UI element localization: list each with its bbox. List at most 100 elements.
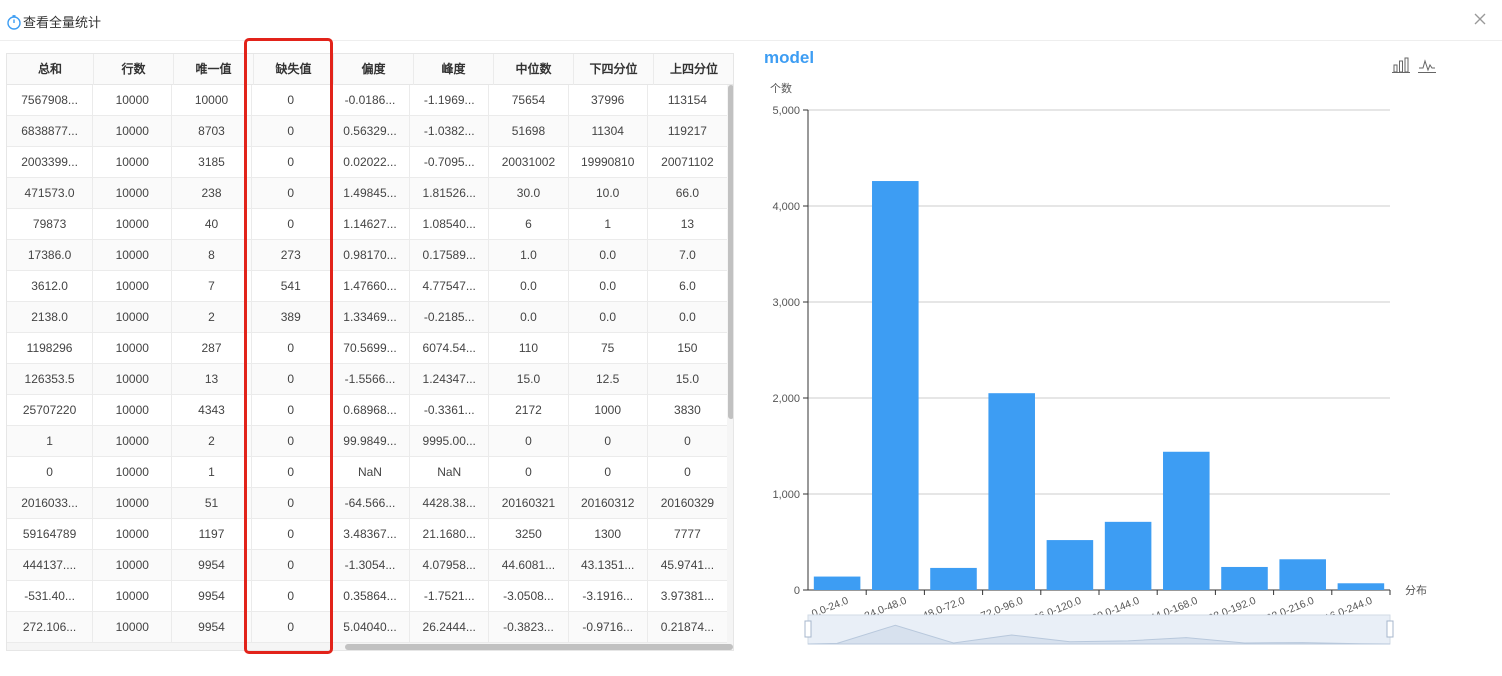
table-row[interactable]: 126353.5 10000 13 0 -1.5566... 1.24347... 15.0… bbox=[7, 364, 727, 395]
table-cell: 59164789 bbox=[7, 519, 94, 549]
table-cell: 10000 bbox=[93, 85, 173, 115]
table-cell: 0 bbox=[684, 465, 691, 479]
table-row[interactable]: -531.40... 10000 9954 0 0.35864... -1.7521...… bbox=[7, 581, 727, 612]
table-cell: 10000 bbox=[93, 426, 173, 456]
column-header[interactable]: 唯一值 bbox=[174, 54, 254, 85]
table-row[interactable]: 272.106... 10000 9954 0 5.04040... 26.2444...… bbox=[7, 612, 727, 643]
table-cell: 1 bbox=[172, 457, 252, 487]
y-tick-label: 1,000 bbox=[772, 489, 800, 501]
table-body: 7567908... 10000 10000 0 -0.0186... -1.1969..… bbox=[7, 85, 727, 643]
table-cell: 1.14627... bbox=[331, 209, 411, 239]
table-cell: 6838877... bbox=[7, 116, 94, 146]
table-cell: 9995.00... bbox=[410, 426, 490, 456]
table-cell: 0 bbox=[684, 434, 691, 448]
table-cell: -0.0186... bbox=[331, 85, 411, 115]
table-cell: 1 bbox=[569, 209, 648, 239]
table-cell: 9954 bbox=[172, 550, 252, 580]
table-cell: 9954 bbox=[172, 581, 252, 611]
data-zoom-handle-left[interactable] bbox=[804, 620, 812, 638]
table-cell: 0 bbox=[569, 457, 648, 487]
vertical-scrollbar[interactable] bbox=[727, 85, 733, 643]
table-cell: 4428.38... bbox=[410, 488, 490, 518]
table-row[interactable]: 3612.0 10000 7 541 1.47660... 4.77547... 0.0 0.… bbox=[7, 271, 727, 302]
table-row[interactable]: 471573.0 10000 238 0 1.49845... 1.81526... 30.… bbox=[7, 178, 727, 209]
column-header[interactable]: 总和 bbox=[7, 54, 94, 85]
table-cell: -0.3823... bbox=[489, 612, 569, 642]
table-cell: -0.2185... bbox=[410, 302, 490, 332]
table-cell: 0 bbox=[252, 395, 331, 425]
table-cell: 10000 bbox=[93, 395, 173, 425]
table-cell: 0.0 bbox=[679, 310, 696, 324]
table-cell: 30.0 bbox=[489, 178, 569, 208]
dialog-title-area: 查看全量统计 bbox=[6, 12, 101, 31]
horizontal-scrollbar[interactable] bbox=[7, 643, 733, 650]
table-cell: 0 bbox=[252, 612, 331, 642]
table-row[interactable]: 2016033... 10000 51 0 -64.566... 4428.38... 20… bbox=[7, 488, 727, 519]
table-row[interactable]: 0 10000 1 0 NaN NaN 0 0 0 bbox=[7, 457, 727, 488]
table-cell: 110 bbox=[489, 333, 569, 363]
table-cell: 0 bbox=[252, 550, 331, 580]
table-cell: 389 bbox=[252, 302, 331, 332]
table-cell: 10000 bbox=[93, 550, 173, 580]
y-tick-label: 2,000 bbox=[772, 393, 800, 405]
dialog-header: 查看全量统计 bbox=[0, 0, 1502, 41]
table-cell: 113154 bbox=[667, 93, 707, 107]
table-cell: 2016033... bbox=[7, 488, 94, 518]
table-row[interactable]: 6838877... 10000 8703 0 0.56329... -1.0382...… bbox=[7, 116, 727, 147]
table-cell: 10000 bbox=[93, 612, 173, 642]
table-row[interactable]: 2138.0 10000 2 389 1.33469... -0.2185... 0.0 0.… bbox=[7, 302, 727, 333]
table-cell: 51698 bbox=[489, 116, 569, 146]
data-zoom-handle-right[interactable] bbox=[1386, 620, 1394, 638]
table-row[interactable]: 1198296 10000 287 0 70.5699... 6074.54... 110 7… bbox=[7, 333, 727, 364]
table-cell: -0.7095... bbox=[410, 147, 490, 177]
table-cell: 40 bbox=[172, 209, 252, 239]
table-cell: 1198296 bbox=[7, 333, 94, 363]
table-cell: 13 bbox=[680, 217, 695, 231]
column-header[interactable]: 下四分位 bbox=[574, 54, 654, 85]
table-row[interactable]: 2003399... 10000 3185 0 0.02022... -0.7095...… bbox=[7, 147, 727, 178]
table-cell: 3250 bbox=[489, 519, 569, 549]
table-cell: -0.3361... bbox=[410, 395, 490, 425]
table-cell: 4.07958... bbox=[410, 550, 490, 580]
close-icon[interactable] bbox=[1472, 11, 1488, 27]
table-row[interactable]: 79873 10000 40 0 1.14627... 1.08540... 6 1 13 bbox=[7, 209, 727, 240]
histogram-bar bbox=[1337, 583, 1385, 590]
table-cell: 541 bbox=[252, 271, 331, 301]
column-header[interactable]: 中位数 bbox=[494, 54, 574, 85]
horizontal-scrollbar-thumb[interactable] bbox=[345, 644, 733, 650]
table-cell: 25707220 bbox=[7, 395, 94, 425]
histogram-bar bbox=[930, 567, 977, 590]
table-row[interactable]: 59164789 10000 1197 0 3.48367... 21.1680... 32… bbox=[7, 519, 727, 550]
table-cell: 2138.0 bbox=[7, 302, 94, 332]
table-cell: -64.566... bbox=[331, 488, 411, 518]
table-cell: 10.0 bbox=[569, 178, 648, 208]
table-cell: 272.106... bbox=[7, 612, 94, 642]
table-cell: -1.0382... bbox=[410, 116, 490, 146]
table-cell: 51 bbox=[172, 488, 252, 518]
table-cell: 1.08540... bbox=[410, 209, 490, 239]
table-cell: 7777 bbox=[674, 527, 701, 541]
table-cell: 1.24347... bbox=[410, 364, 490, 394]
table-row[interactable]: 17386.0 10000 8 273 0.98170... 0.17589... 1.0 0… bbox=[7, 240, 727, 271]
column-header[interactable]: 缺失值 bbox=[254, 54, 334, 85]
table-cell: 0 bbox=[569, 426, 648, 456]
table-row[interactable]: 1 10000 2 0 99.9849... 9995.00... 0 0 0 bbox=[7, 426, 727, 457]
column-header[interactable]: 上四分位 bbox=[654, 54, 733, 85]
table-cell: 75654 bbox=[489, 85, 569, 115]
stats-table: 总和 行数 唯一值 缺失值 偏度 峰度 中位数 下四分位 上四分位 7567908... 1000… bbox=[6, 53, 734, 651]
table-row[interactable]: 25707220 10000 4343 0 0.68968... -0.3361... 21… bbox=[7, 395, 727, 426]
column-header[interactable]: 峰度 bbox=[414, 54, 494, 85]
table-row[interactable]: 444137.... 10000 9954 0 -1.3054... 4.07958...… bbox=[7, 550, 727, 581]
y-tick-label: 5,000 bbox=[772, 105, 800, 117]
table-cell: 8 bbox=[172, 240, 252, 270]
table-cell: 0.56329... bbox=[331, 116, 411, 146]
histogram-bar bbox=[1279, 559, 1326, 590]
table-cell: 37996 bbox=[569, 85, 648, 115]
table-cell: 119217 bbox=[667, 124, 707, 138]
table-row[interactable]: 7567908... 10000 10000 0 -0.0186... -1.1969..… bbox=[7, 85, 727, 116]
table-cell: -531.40... bbox=[7, 581, 94, 611]
histogram-bar bbox=[1104, 521, 1152, 590]
column-header[interactable]: 行数 bbox=[94, 54, 174, 85]
vertical-scrollbar-thumb[interactable] bbox=[728, 85, 733, 419]
column-header[interactable]: 偏度 bbox=[334, 54, 414, 85]
